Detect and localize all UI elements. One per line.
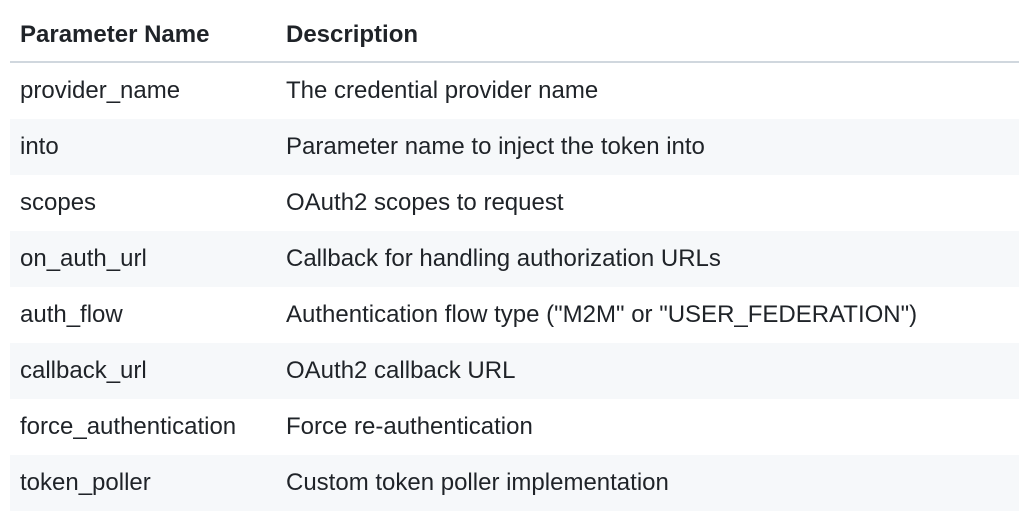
header-parameter-name: Parameter Name	[20, 20, 210, 48]
table-row: provider_name The credential provider na…	[10, 63, 1019, 119]
description-cell: Force re-authentication	[286, 413, 533, 440]
description-cell: OAuth2 callback URL	[286, 357, 516, 384]
description-cell: Custom token poller implementation	[286, 469, 669, 496]
table-row: into Parameter name to inject the token …	[10, 119, 1019, 175]
parameter-name-cell: on_auth_url	[20, 245, 147, 272]
parameter-name-cell: provider_name	[20, 77, 181, 104]
parameter-name-cell: force_authentication	[20, 413, 237, 440]
parameter-name-cell: into	[20, 133, 59, 160]
table-header: Parameter Name Description	[10, 8, 1019, 63]
parameter-name-cell: scopes	[20, 189, 97, 216]
description-cell: Callback for handling authorization URLs	[286, 245, 721, 272]
header-description: Description	[286, 20, 419, 48]
parameters-table: Parameter Name Description provider_name…	[10, 8, 1019, 511]
description-cell: OAuth2 scopes to request	[286, 189, 564, 216]
description-cell: Parameter name to inject the token into	[286, 133, 705, 160]
table-row: on_auth_url Callback for handling author…	[10, 231, 1019, 287]
table-row: token_poller Custom token poller impleme…	[10, 455, 1019, 511]
parameter-name-cell: callback_url	[20, 357, 147, 384]
description-cell: Authentication flow type ("M2M" or "USER…	[286, 301, 918, 328]
description-cell: The credential provider name	[286, 77, 599, 104]
table-row: force_authentication Force re-authentica…	[10, 399, 1019, 455]
table-row: scopes OAuth2 scopes to request	[10, 175, 1019, 231]
parameter-name-cell: token_poller	[20, 469, 151, 496]
table-row: auth_flow Authentication flow type ("M2M…	[10, 287, 1019, 343]
table-row: callback_url OAuth2 callback URL	[10, 343, 1019, 399]
parameter-name-cell: auth_flow	[20, 301, 123, 328]
